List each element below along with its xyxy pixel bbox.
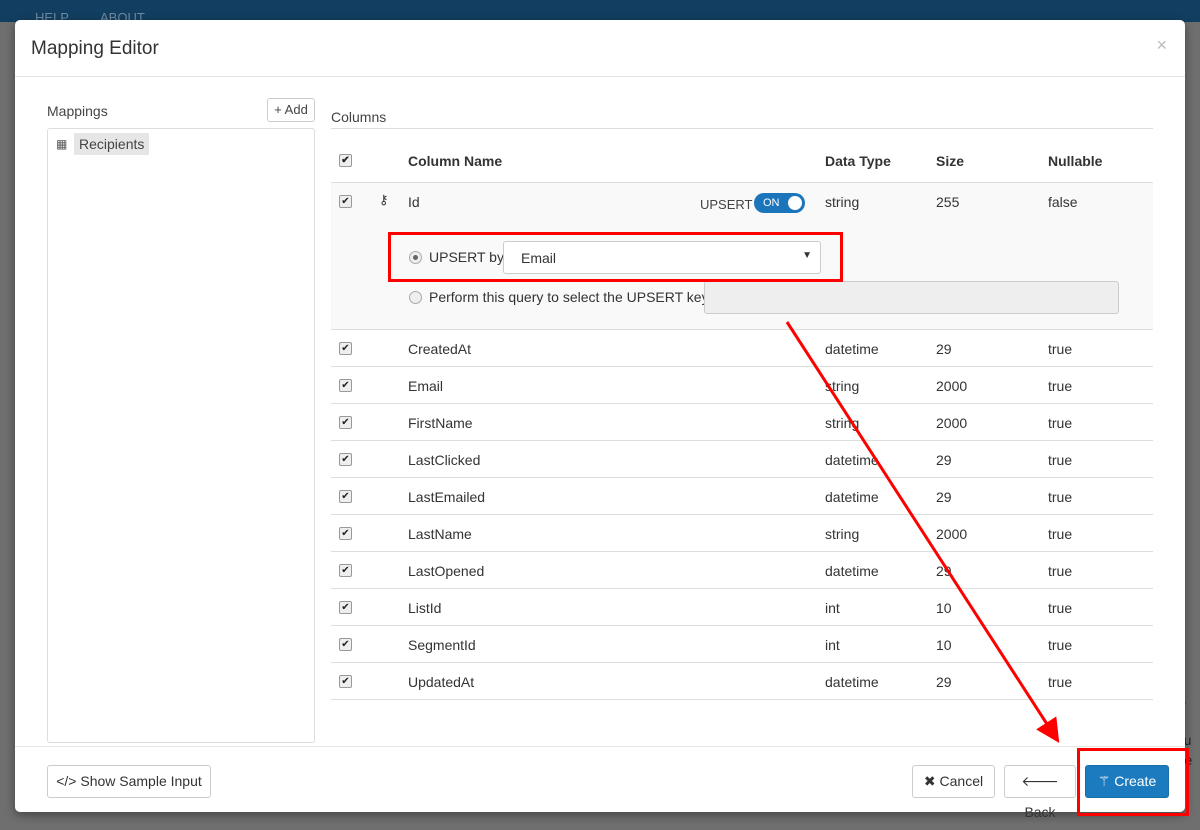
annotation-arrow (785, 321, 1060, 744)
